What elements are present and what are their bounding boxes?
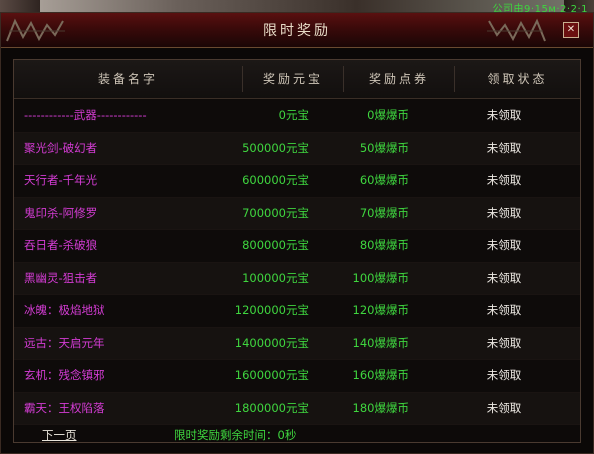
table-row: 吞日者-杀破狼 800000元宝 80爆爆币 未领取 <box>14 230 580 263</box>
gold-reward: 1200000元宝 <box>234 303 309 317</box>
item-name: 玄机：残念镇邪 <box>24 368 105 382</box>
points-reward: 0爆爆币 <box>367 108 409 122</box>
header-gold: 奖励元宝 <box>262 72 323 86</box>
claim-status-button[interactable]: 未领取 <box>464 100 544 131</box>
points-reward: 80爆爆币 <box>359 238 409 252</box>
claim-status-button[interactable]: 未领取 <box>464 198 544 229</box>
table-row: ------------武器------------ 0元宝 0爆爆币 未领取 <box>14 100 580 133</box>
points-reward: 120爆爆币 <box>352 303 409 317</box>
gold-reward: 1600000元宝 <box>234 368 309 382</box>
claim-status-button[interactable]: 未领取 <box>464 263 544 294</box>
table-header: 装备名字 奖励元宝 奖励点券 领取状态 <box>14 60 580 99</box>
item-name: 天行者-千年光 <box>24 173 98 187</box>
reward-rows: ------------武器------------ 0元宝 0爆爆币 未领取 … <box>14 100 580 425</box>
gold-reward: 100000元宝 <box>242 270 309 285</box>
claim-status-button[interactable]: 未领取 <box>464 295 544 326</box>
table-row: 黑幽灵-狙击者 100000元宝 100爆爆币 未领取 <box>14 262 580 295</box>
item-name: 远古：天启元年 <box>24 335 105 350</box>
claim-status-button[interactable]: 未领取 <box>464 230 544 261</box>
gold-reward: 700000元宝 <box>242 205 309 220</box>
close-button[interactable]: ✕ <box>563 22 579 38</box>
gold-reward: 1800000元宝 <box>234 400 309 415</box>
points-reward: 60爆爆币 <box>359 173 409 187</box>
claim-status-button[interactable]: 未领取 <box>464 360 544 391</box>
gold-reward: 600000元宝 <box>242 173 309 187</box>
table-row: 霸天：王权陷落 1800000元宝 180爆爆币 未领取 <box>14 392 580 425</box>
dragon-ornament-right-icon <box>487 18 546 42</box>
item-name: 霸天：王权陷落 <box>24 400 105 415</box>
points-reward: 180爆爆币 <box>352 400 409 415</box>
next-page-link[interactable]: 下一页 <box>42 427 77 443</box>
gold-reward: 800000元宝 <box>242 238 309 252</box>
item-name: 鬼印杀-阿修罗 <box>24 205 98 220</box>
item-name: 冰魄：极焰地狱 <box>24 303 105 317</box>
points-reward: 50爆爆币 <box>359 140 409 155</box>
claim-status-button[interactable]: 未领取 <box>464 393 544 424</box>
item-name: 黑幽灵-狙击者 <box>24 270 98 285</box>
table-row: 远古：天启元年 1400000元宝 140爆爆币 未领取 <box>14 327 580 360</box>
item-name: ------------武器------------ <box>24 108 147 122</box>
gold-reward: 0元宝 <box>278 108 309 122</box>
item-name: 吞日者-杀破狼 <box>24 238 98 252</box>
points-reward: 100爆爆币 <box>352 270 409 285</box>
close-icon: ✕ <box>566 24 576 35</box>
gold-reward: 500000元宝 <box>242 140 309 155</box>
item-name: 聚光剑-破幻者 <box>24 140 98 155</box>
points-reward: 160爆爆币 <box>352 368 409 382</box>
table-row: 玄机：残念镇邪 1600000元宝 160爆爆币 未领取 <box>14 360 580 393</box>
reward-window: 限时奖励 ✕ 装备名字 奖励元宝 奖励点券 领取状态 ------------武… <box>0 12 594 454</box>
header-status: 领取状态 <box>487 72 548 86</box>
gold-reward: 1400000元宝 <box>234 335 309 350</box>
header-points: 奖励点券 <box>368 72 429 86</box>
header-item-name: 装备名字 <box>97 72 158 86</box>
claim-status-button[interactable]: 未领取 <box>464 328 544 359</box>
points-reward: 70爆爆币 <box>359 205 409 220</box>
countdown-timer: 限时奖励剩余时间：0秒 <box>174 428 297 442</box>
table-row: 冰魄：极焰地狱 1200000元宝 120爆爆币 未领取 <box>14 295 580 328</box>
reward-table: 装备名字 奖励元宝 奖励点券 领取状态 ------------武器------… <box>13 59 581 443</box>
title-bar[interactable]: 限时奖励 ✕ <box>1 13 593 48</box>
points-reward: 140爆爆币 <box>352 335 409 350</box>
table-row: 鬼印杀-阿修罗 700000元宝 70爆爆币 未领取 <box>14 197 580 230</box>
table-row: 聚光剑-破幻者 500000元宝 50爆爆币 未领取 <box>14 132 580 165</box>
claim-status-button[interactable]: 未领取 <box>464 133 544 164</box>
claim-status-button[interactable]: 未领取 <box>464 165 544 196</box>
table-row: 天行者-千年光 600000元宝 60爆爆币 未领取 <box>14 165 580 198</box>
